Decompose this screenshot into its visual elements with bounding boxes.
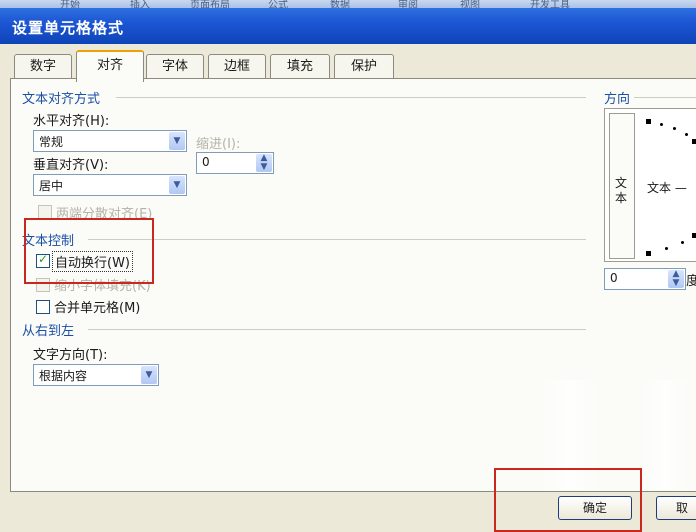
horizontal-align-select[interactable]: 常规 ▼ (33, 130, 187, 152)
group-title-rtl: 从右到左 (22, 324, 75, 339)
text-direction-select[interactable]: 根据内容 ▼ (33, 364, 159, 386)
tab-number[interactable]: 数字 (14, 54, 72, 79)
justify-distributed-checkbox[interactable] (38, 205, 52, 219)
vertical-text-option[interactable]: 文本 (609, 113, 635, 259)
ribbon-tab-review[interactable]: 审阅 (398, 0, 418, 8)
spin-updown-icon[interactable]: ▲ ▼ (668, 270, 684, 288)
orientation-panel[interactable]: 文本 文本 — (604, 108, 696, 262)
orientation-point (673, 127, 676, 130)
indent-value: 0 (202, 155, 210, 169)
ribbon-tab-developer[interactable]: 开发工具 (530, 0, 570, 8)
vertical-text-label: 文本 (615, 176, 628, 205)
dialog-title: 设置单元格格式 (12, 19, 125, 37)
tab-fill[interactable]: 填充 (270, 54, 330, 79)
ribbon-tab-formulas[interactable]: 公式 (268, 0, 288, 8)
divider (88, 239, 586, 240)
tab-border[interactable]: 边框 (208, 54, 266, 79)
chevron-down-icon[interactable]: ▼ (141, 366, 157, 384)
ribbon-tab-home[interactable]: 开始 (60, 0, 80, 8)
text-direction-label: 文字方向(T): (33, 348, 108, 363)
chevron-down-icon[interactable]: ▼ (169, 132, 185, 150)
vertical-align-value: 居中 (39, 179, 64, 193)
horizontal-align-label: 水平对齐(H): (33, 114, 110, 129)
divider (88, 329, 586, 330)
chevron-down-icon[interactable]: ▼ (169, 176, 185, 194)
orientation-point (685, 133, 688, 136)
degrees-unit-label: 度 (686, 274, 696, 289)
ribbon-tab-page-layout[interactable]: 页面布局 (190, 0, 230, 8)
ribbon-tab-insert[interactable]: 插入 (130, 0, 150, 8)
ribbon-tab-view[interactable]: 视图 (460, 0, 480, 8)
orientation-point (692, 233, 696, 238)
orientation-point (646, 251, 651, 256)
orientation-point (665, 247, 668, 250)
glare-overlay (640, 380, 690, 490)
ribbon-tab-data[interactable]: 数据 (330, 0, 350, 8)
highlight-box-ok (494, 468, 642, 532)
degrees-value: 0 (610, 271, 618, 285)
vertical-align-label: 垂直对齐(V): (33, 158, 109, 173)
divider (116, 97, 586, 98)
horizontal-align-value: 常规 (39, 135, 64, 149)
group-title-orientation: 方向 (604, 92, 631, 107)
indent-spinner[interactable]: 0 ▲ ▼ (196, 152, 274, 174)
tab-font[interactable]: 字体 (146, 54, 204, 79)
group-title-text-alignment: 文本对齐方式 (22, 92, 101, 107)
tab-protection[interactable]: 保护 (334, 54, 394, 79)
tab-alignment[interactable]: 对齐 (76, 50, 144, 82)
orientation-point (660, 123, 663, 126)
vertical-align-select[interactable]: 居中 ▼ (33, 174, 187, 196)
merge-cells-label: 合并单元格(M) (54, 301, 141, 316)
degrees-spinner[interactable]: 0 ▲ ▼ (604, 268, 686, 290)
highlight-box-text-control (24, 218, 154, 284)
cancel-button[interactable]: 取 (656, 496, 696, 520)
orientation-point (681, 241, 684, 244)
dialog-title-bar[interactable]: 设置单元格格式 (0, 8, 696, 44)
orientation-point (646, 119, 651, 124)
orientation-point (692, 139, 696, 144)
divider (634, 97, 696, 98)
spin-updown-icon[interactable]: ▲ ▼ (256, 154, 272, 172)
indent-label: 缩进(I): (196, 137, 241, 152)
ribbon-strip: 开始 插入 页面布局 公式 数据 审阅 视图 开发工具 (0, 0, 696, 8)
merge-cells-checkbox[interactable] (36, 300, 50, 314)
text-direction-value: 根据内容 (39, 369, 88, 383)
orientation-text-needle: 文本 — (647, 181, 687, 195)
